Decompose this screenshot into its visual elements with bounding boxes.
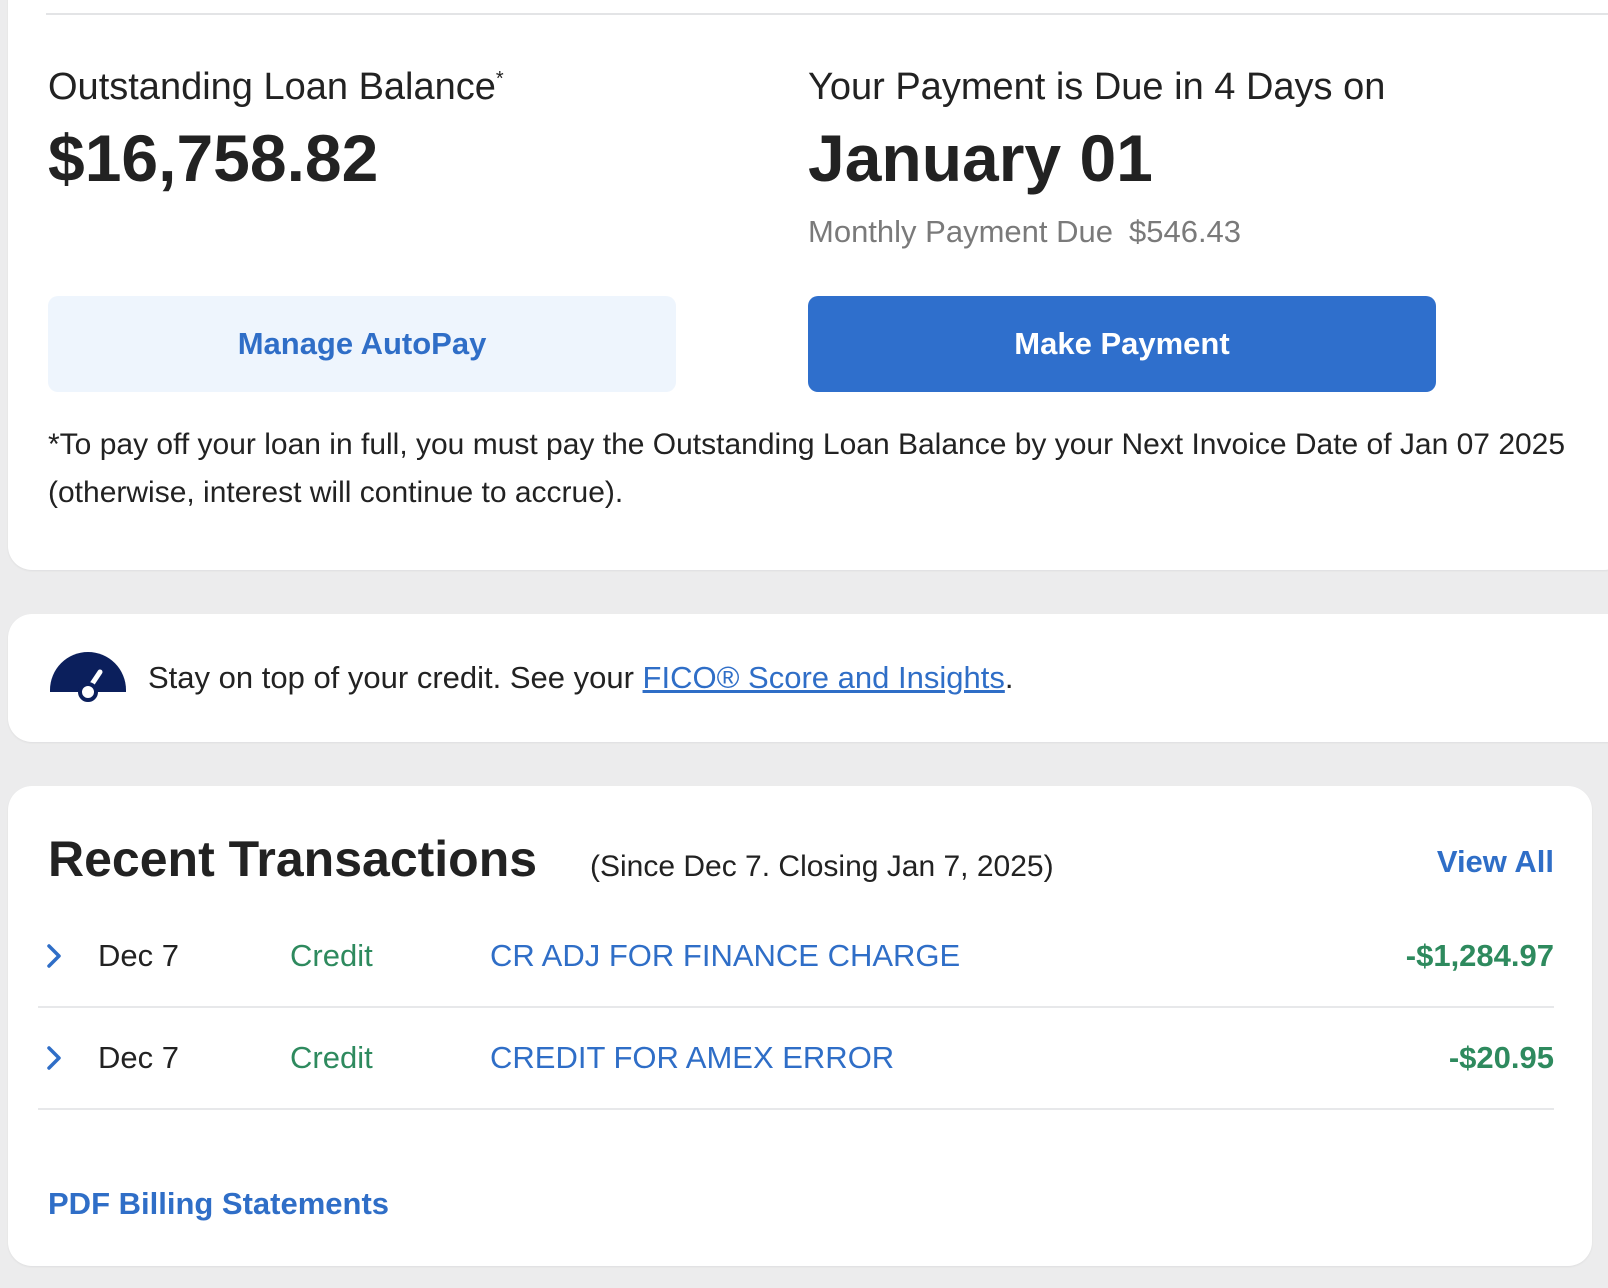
payoff-footnote: *To pay off your loan in full, you must … <box>48 428 1566 509</box>
credit-gauge-icon <box>50 652 126 702</box>
transaction-date: Dec 7 <box>98 1040 179 1075</box>
transaction-type: Credit <box>290 938 373 973</box>
transaction-description[interactable]: CR ADJ FOR FINANCE CHARGE <box>490 938 960 974</box>
transaction-amount: -$1,284.97 <box>1405 938 1554 973</box>
fico-banner: Stay on top of your credit. See your FIC… <box>8 614 1608 742</box>
view-all-link[interactable]: View All <box>1437 844 1554 880</box>
monthly-payment: Monthly Payment Due $546.43 <box>808 214 1241 250</box>
transactions-title: Recent Transactions <box>48 831 538 887</box>
chevron-right-icon[interactable] <box>42 940 66 972</box>
manage-autopay-button[interactable]: Manage AutoPay <box>48 296 676 392</box>
transactions-subtitle: (Since Dec 7. Closing Jan 7, 2025) <box>590 850 1054 883</box>
transaction-description[interactable]: CREDIT FOR AMEX ERROR <box>490 1040 894 1076</box>
balance-amount: $16,758.82 <box>48 121 379 195</box>
transaction-type: Credit <box>290 1040 373 1075</box>
transaction-row[interactable]: Dec 7 Credit CREDIT FOR AMEX ERROR -$20.… <box>38 1006 1554 1110</box>
recent-transactions-card: Recent Transactions (Since Dec 7. Closin… <box>8 786 1592 1266</box>
due-label: Your Payment is Due in 4 Days on <box>808 66 1386 108</box>
monthly-payment-amount: $546.43 <box>1128 214 1242 249</box>
loan-summary-card: Outstanding Loan Balance* $16,758.82 You… <box>8 0 1608 570</box>
fico-message-suffix: . <box>1004 660 1014 695</box>
fico-message-text: Stay on top of your credit. See your <box>148 660 643 695</box>
transaction-row[interactable]: Dec 7 Credit CR ADJ FOR FINANCE CHARGE -… <box>38 904 1554 1008</box>
fico-score-link[interactable]: FICO® Score and Insights <box>643 660 1005 695</box>
transaction-date: Dec 7 <box>98 938 179 973</box>
monthly-payment-label: Monthly Payment Due <box>808 214 1113 249</box>
pdf-billing-statements-link[interactable]: PDF Billing Statements <box>48 1186 389 1222</box>
chevron-right-icon[interactable] <box>42 1042 66 1074</box>
make-payment-button[interactable]: Make Payment <box>808 296 1436 392</box>
transaction-amount: -$20.95 <box>1448 1040 1554 1075</box>
due-date: January 01 <box>808 121 1153 195</box>
divider <box>46 13 1608 15</box>
balance-label: Outstanding Loan Balance* <box>48 66 504 108</box>
fico-message: Stay on top of your credit. See your FIC… <box>148 660 1013 696</box>
